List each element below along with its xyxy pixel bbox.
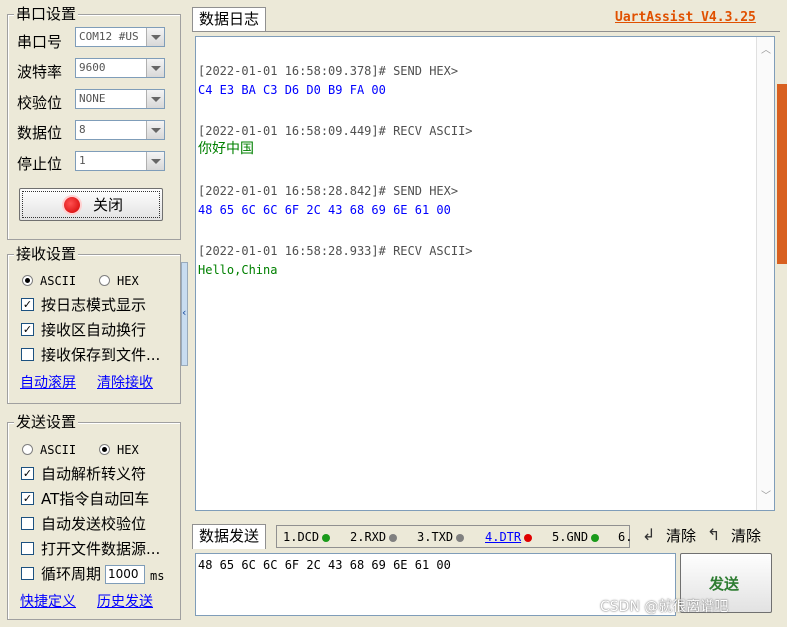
cycle-unit: ms (150, 569, 165, 583)
log-entry-header: [2022-01-01 16:58:28.933]# RECV ASCII> (198, 244, 473, 258)
scroll-up-icon[interactable]: ︿ (761, 41, 771, 56)
shortcut-link[interactable]: 快捷定义 (20, 593, 76, 611)
chevron-down-icon[interactable] (146, 59, 164, 77)
auto-scroll-link[interactable]: 自动滚屏 (20, 374, 76, 392)
close-port-button[interactable]: 关闭 (19, 188, 163, 221)
cycle-input[interactable]: 1000 (105, 565, 145, 584)
clear-send-button[interactable]: 清除 (666, 527, 696, 545)
recv-hex-label: HEX (117, 274, 139, 288)
signal-txd: 3.TXD (417, 529, 465, 545)
recv-hex-radio[interactable] (99, 275, 110, 286)
signal-dcd-label: 1.DCD (283, 530, 320, 544)
signal-gnd-label: 5.GND (552, 530, 589, 544)
send-ascii-label: ASCII (40, 443, 77, 457)
signal-dtr[interactable]: 4.DTR (485, 529, 533, 545)
serial-settings-title: 串口设置 (14, 5, 79, 23)
save-file-checkbox[interactable] (21, 348, 34, 361)
parse-escape-checkbox[interactable]: ✓ (21, 467, 34, 480)
clear-all-button[interactable]: 清除 (731, 527, 761, 545)
receive-settings-title: 接收设置 (14, 245, 79, 263)
log-entry-header: [2022-01-01 16:58:09.378]# SEND HEX> (198, 64, 459, 78)
chevron-down-icon[interactable] (146, 28, 164, 46)
save-file-label: 接收保存到文件... (41, 346, 161, 364)
open-file-checkbox[interactable] (21, 542, 34, 555)
signal-rxd: 2.RXD (350, 529, 398, 545)
cycle-label: 循环周期 (41, 565, 102, 583)
app-title: UartAssist V4.3.25 (615, 10, 756, 25)
auto-checksum-checkbox[interactable] (21, 517, 34, 530)
port-status-icon (64, 197, 80, 213)
stopbits-select[interactable]: 1 (75, 151, 165, 171)
signal-dcd: 1.DCD (283, 529, 331, 545)
signal-rxd-indicator (389, 533, 398, 542)
stopbits-label: 停止位 (17, 155, 63, 173)
parity-value: NONE (79, 92, 106, 105)
log-entry-header: [2022-01-01 16:58:28.842]# SEND HEX> (198, 184, 459, 198)
signal-dcd-indicator (322, 533, 331, 542)
signal-dtr-label[interactable]: 4.DTR (485, 530, 521, 544)
recv-ascii-radio[interactable] (22, 275, 33, 286)
log-entry-body: 48 65 6C 6C 6F 2C 43 68 69 6E 61 00 (198, 203, 451, 217)
history-link[interactable]: 历史发送 (97, 593, 153, 611)
at-return-label: AT指令自动回车 (41, 490, 150, 508)
auto-checksum-label: 自动发送校验位 (41, 515, 147, 533)
log-mode-checkbox[interactable]: ✓ (21, 298, 34, 311)
signal-6: 6. (618, 529, 632, 545)
send-hex-radio[interactable] (99, 444, 110, 455)
signal-gnd-indicator (591, 533, 600, 542)
port-label: 串口号 (17, 33, 63, 51)
chevron-down-icon[interactable] (146, 121, 164, 139)
tab-data-send[interactable]: 数据发送 (192, 524, 267, 549)
clear-send-icon[interactable]: ↲ (642, 526, 655, 544)
send-hex-label: HEX (117, 443, 139, 457)
cycle-checkbox[interactable] (21, 567, 34, 580)
receive-log[interactable]: [2022-01-01 16:58:09.378]# SEND HEX> C4 … (195, 36, 775, 511)
signal-6-label: 6. (618, 530, 633, 544)
stopbits-value: 1 (79, 154, 86, 167)
recv-ascii-label: ASCII (40, 274, 77, 288)
send-ascii-radio[interactable] (22, 444, 33, 455)
scroll-down-icon[interactable]: ﹀ (761, 487, 771, 502)
send-button-label: 发送 (709, 575, 740, 593)
collapse-arrow-icon[interactable]: ‹ (182, 307, 186, 319)
chevron-down-icon[interactable] (146, 152, 164, 170)
baud-select[interactable]: 9600 (75, 58, 165, 78)
clear-all-icon[interactable]: ↰ (707, 526, 720, 544)
signal-txd-indicator (456, 533, 465, 542)
send-settings-title: 发送设置 (14, 413, 79, 431)
window-edge-accent (777, 84, 787, 264)
log-entry-header: [2022-01-01 16:58:09.449]# RECV ASCII> (198, 124, 473, 138)
parity-select[interactable]: NONE (75, 89, 165, 109)
signal-dtr-indicator (524, 533, 533, 542)
tab-divider (192, 31, 780, 32)
log-scrollbar[interactable]: ︿ ﹀ (756, 37, 774, 510)
signal-rxd-label: 2.RXD (350, 530, 387, 544)
close-button-label: 关闭 (93, 196, 124, 214)
signal-gnd: 5.GND (552, 529, 600, 545)
auto-wrap-checkbox[interactable]: ✓ (21, 323, 34, 336)
port-value: COM12 #US (79, 30, 139, 43)
panel-splitter[interactable]: ‹ (181, 262, 188, 366)
databits-value: 8 (79, 123, 86, 136)
port-select[interactable]: COM12 #US (75, 27, 165, 47)
log-mode-label: 按日志模式显示 (41, 296, 147, 314)
databits-label: 数据位 (17, 124, 63, 142)
log-entry-body: Hello,China (198, 263, 278, 277)
chevron-down-icon[interactable] (146, 90, 164, 108)
open-file-label: 打开文件数据源... (41, 540, 161, 558)
parity-label: 校验位 (17, 94, 63, 112)
databits-select[interactable]: 8 (75, 120, 165, 140)
log-entry-body: 你好中国 (198, 141, 254, 157)
clear-recv-link[interactable]: 清除接收 (97, 374, 153, 392)
parse-escape-label: 自动解析转义符 (41, 465, 147, 483)
send-input-text: 48 65 6C 6C 6F 2C 43 68 69 6E 61 00 (198, 558, 451, 572)
tab-data-log[interactable]: 数据日志 (192, 7, 267, 32)
baud-value: 9600 (79, 61, 106, 74)
auto-wrap-label: 接收区自动换行 (41, 321, 147, 339)
log-entry-body: C4 E3 BA C3 D6 D0 B9 FA 00 (198, 83, 386, 97)
baud-label: 波特率 (17, 63, 63, 81)
watermark: CSDN @就很离谱吧 (600, 599, 729, 615)
at-return-checkbox[interactable]: ✓ (21, 492, 34, 505)
signal-txd-label: 3.TXD (417, 530, 454, 544)
